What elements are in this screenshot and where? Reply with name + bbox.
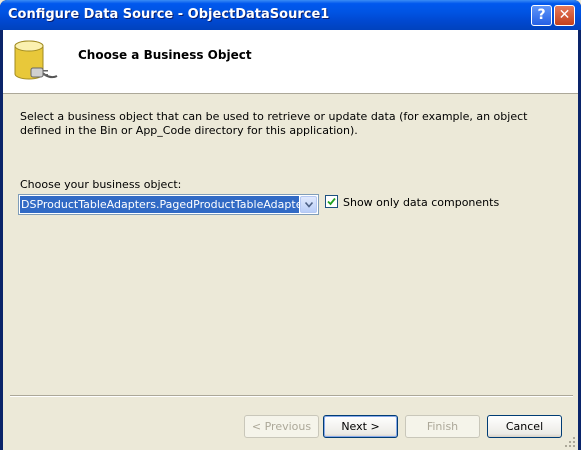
description-text: Select a business object that can be use… xyxy=(20,110,528,137)
chevron-down-icon xyxy=(305,202,313,208)
show-data-components-label[interactable]: Show only data components xyxy=(343,196,499,209)
page-title: Choose a Business Object xyxy=(78,48,252,62)
business-object-combobox[interactable]: DSProductTableAdapters.PagedProductTable… xyxy=(18,194,319,215)
footer-separator xyxy=(10,395,573,397)
business-object-selected-value: DSProductTableAdapters.PagedProductTable… xyxy=(20,196,299,213)
previous-button[interactable]: < Previous xyxy=(244,415,319,438)
business-object-label: Choose your business object: xyxy=(20,178,182,191)
resize-grip-icon[interactable] xyxy=(564,436,576,448)
window-title: Configure Data Source - ObjectDataSource… xyxy=(8,7,330,22)
cancel-button[interactable]: Cancel xyxy=(487,415,562,438)
combobox-dropdown-button[interactable] xyxy=(300,196,317,213)
dialog-window: Configure Data Source - ObjectDataSource… xyxy=(0,0,581,450)
wizard-header: Choose a Business Object xyxy=(3,30,578,94)
next-button[interactable]: Next > xyxy=(323,415,398,438)
close-button[interactable]: ✕ xyxy=(554,5,575,26)
dialog-client: Choose a Business Object Select a busine… xyxy=(3,30,578,450)
checkmark-icon xyxy=(327,197,336,206)
database-plug-icon xyxy=(14,40,58,80)
help-button[interactable]: ? xyxy=(531,5,552,26)
finish-button[interactable]: Finish xyxy=(405,415,480,438)
show-data-components-checkbox[interactable] xyxy=(325,195,338,208)
title-bar[interactable]: Configure Data Source - ObjectDataSource… xyxy=(0,0,581,30)
